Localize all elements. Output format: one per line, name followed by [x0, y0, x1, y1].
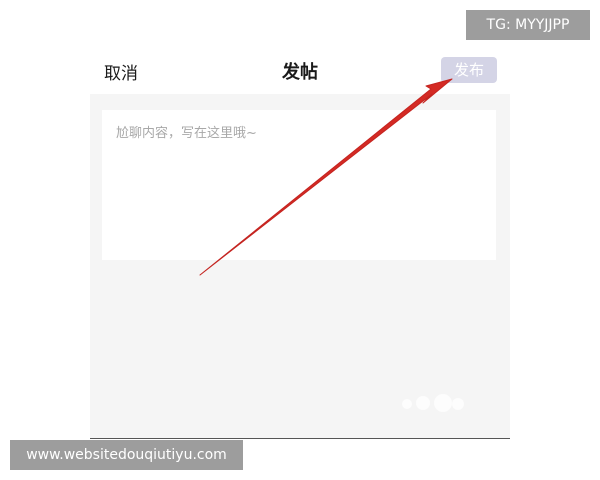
- blurred-mark: [402, 394, 466, 412]
- publish-button[interactable]: 发布: [441, 57, 497, 83]
- tg-watermark: TG: MYYJJPP: [466, 10, 590, 40]
- post-content-input[interactable]: [102, 110, 496, 260]
- top-bar: 取消 发帖 发布: [90, 50, 510, 94]
- site-watermark: www.websitedouqiutiyu.com: [10, 440, 243, 470]
- bottom-divider: [90, 438, 510, 439]
- compose-area: [90, 94, 510, 438]
